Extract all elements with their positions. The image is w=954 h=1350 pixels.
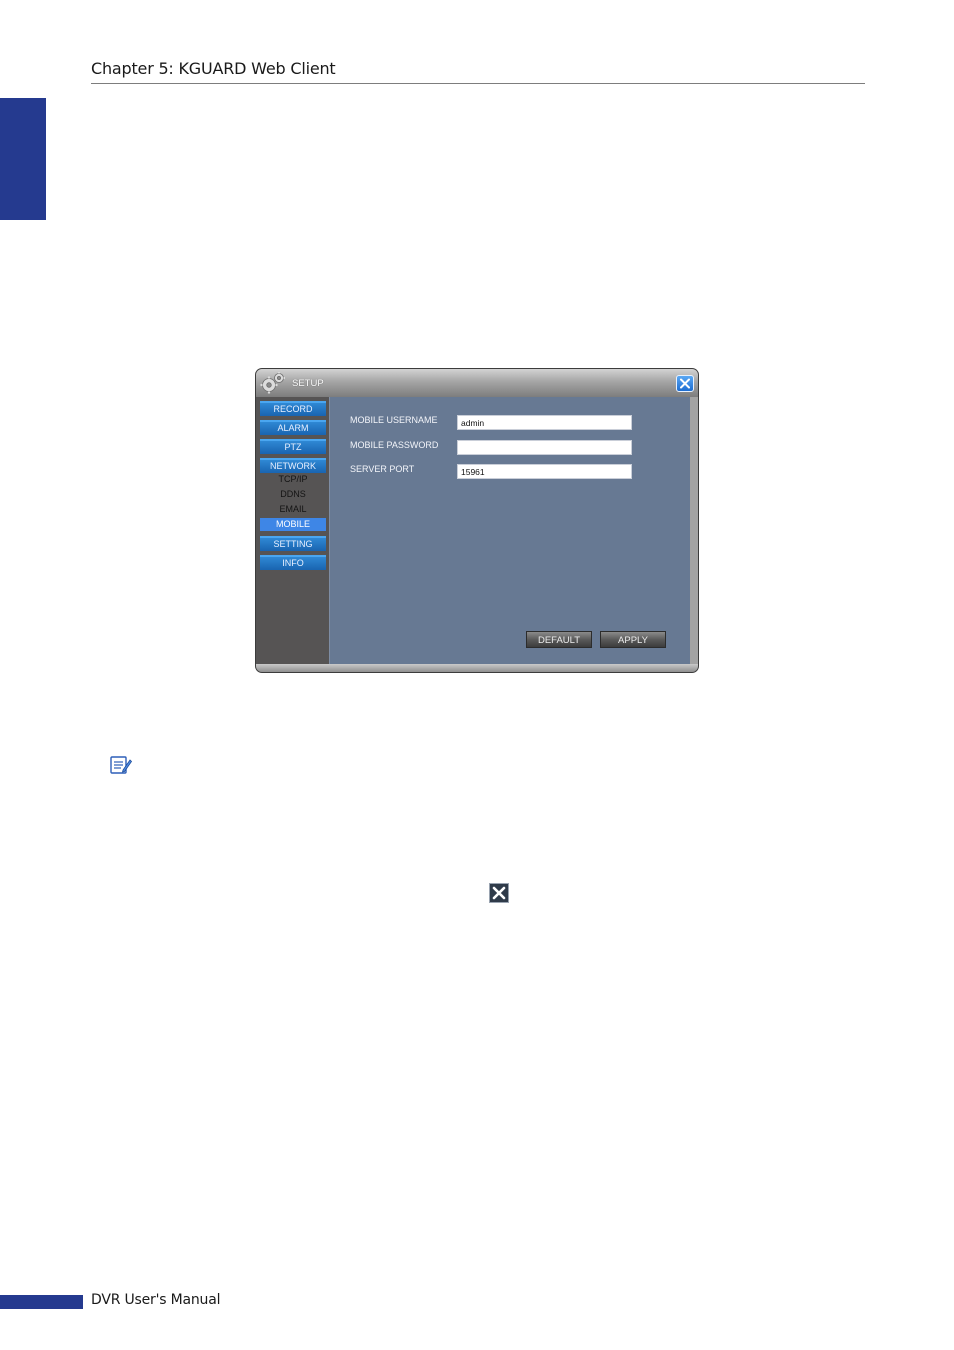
nav-sub-tcpip[interactable]: TCP/IP (260, 473, 326, 486)
gear-icon (260, 372, 285, 394)
window-title: SETUP (292, 378, 324, 389)
mobile-username-input[interactable]: admin (457, 415, 632, 430)
setup-sidebar: RECORD ALARM PTZ NETWORK TCP/IP DDNS EMA… (256, 397, 329, 664)
note-icon (110, 756, 132, 774)
apply-button[interactable]: APPLY (600, 631, 666, 648)
mobile-password-label: MOBILE PASSWORD (350, 440, 439, 450)
mobile-username-label: MOBILE USERNAME (350, 415, 438, 425)
footer-bar (0, 1295, 83, 1309)
nav-sub-ddns[interactable]: DDNS (260, 488, 326, 501)
mobile-password-input[interactable] (457, 440, 632, 455)
nav-item-alarm[interactable]: ALARM (260, 420, 326, 435)
default-button[interactable]: DEFAULT (526, 631, 592, 648)
mobile-settings-panel: MOBILE USERNAME admin MOBILE PASSWORD SE… (329, 397, 691, 664)
server-port-label: SERVER PORT (350, 464, 415, 474)
nav-item-network[interactable]: NETWORK (260, 458, 326, 473)
window-bottom-bar (256, 664, 698, 672)
side-chapter-tab (0, 98, 46, 220)
header-rule (91, 83, 865, 84)
x-close-icon (489, 883, 509, 903)
setup-titlebar: SETUP (256, 369, 698, 397)
nav-item-record[interactable]: RECORD (260, 401, 326, 416)
chapter-title: Chapter 5: KGUARD Web Client (91, 59, 336, 78)
footer-title: DVR User's Manual (91, 1292, 221, 1308)
scrollbar[interactable] (690, 397, 698, 664)
nav-item-ptz[interactable]: PTZ (260, 439, 326, 454)
nav-item-info[interactable]: INFO (260, 555, 326, 570)
setup-window: SETUP RECORD ALARM PTZ NETWORK TCP/IP DD… (256, 369, 698, 672)
nav-sub-email[interactable]: EMAIL (260, 503, 326, 516)
nav-item-setting[interactable]: SETTING (260, 536, 326, 551)
close-icon (680, 378, 690, 389)
server-port-input[interactable]: 15961 (457, 464, 632, 479)
nav-sub-mobile[interactable]: MOBILE (260, 518, 326, 531)
close-button[interactable] (676, 375, 694, 392)
